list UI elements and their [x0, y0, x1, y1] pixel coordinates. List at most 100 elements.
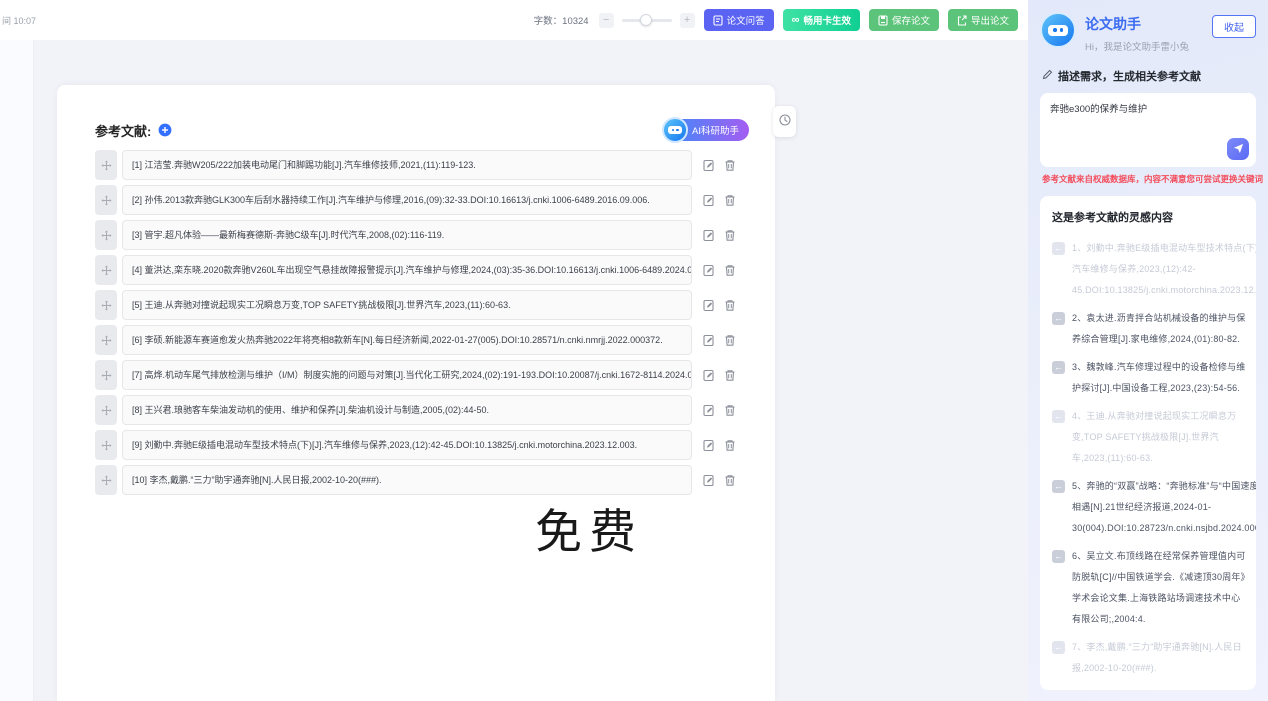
edit-reference-icon[interactable]	[703, 404, 715, 417]
reference-text[interactable]: [9] 刘勤中.奔驰E级插电混动车型技术特点(下)[J].汽车维修与保养,202…	[122, 430, 692, 460]
reference-text[interactable]: [5] 王迪.从奔驰对撞说起现实工况瞬息万变,TOP SAFETY挑战极限[J]…	[122, 290, 692, 320]
drag-handle-icon[interactable]	[95, 325, 117, 355]
edit-reference-icon[interactable]	[703, 194, 715, 207]
insert-reference-icon[interactable]: ←	[1052, 410, 1065, 423]
inspiration-item: ← 5、奔驰的“双赢”战略：“奔驰标准”与“中国速度”的相遇[N].21世纪经济…	[1052, 476, 1246, 539]
drag-handle-icon[interactable]	[95, 360, 117, 390]
prompt-label-row: 描述需求，生成相关参考文献	[1042, 67, 1256, 85]
reference-text[interactable]: [3] 管宇.超凡体验——最新梅赛德斯-奔驰C级车[J].时代汽车,2008,(…	[122, 220, 692, 250]
editor-canvas: 参考文献: AI科研助手 [1] 江洁莹.奔驰W205/222加装电动尾门和脚踢…	[0, 40, 1028, 701]
inspiration-item: ← 4、王迪.从奔驰对撞说起现实工况瞬息万变,TOP SAFETY挑战极限[J]…	[1052, 406, 1246, 469]
assistant-avatar-icon	[1040, 12, 1076, 48]
add-reference-icon[interactable]	[158, 123, 172, 137]
reference-list: [1] 江洁莹.奔驰W205/222加装电动尾门和脚踢功能[J].汽车维修技师,…	[95, 150, 749, 495]
usage-card-button[interactable]: ∞ 畅用卡生效	[783, 9, 860, 31]
word-count: 字数：10324	[534, 13, 589, 27]
zoom-slider[interactable]	[622, 19, 672, 22]
inspiration-item-text: 6、吴立文.布顶线路在经常保养管理值内可防脱轨[C]//中国铁道学会.《减速顶3…	[1072, 546, 1246, 630]
drag-handle-icon[interactable]	[95, 255, 117, 285]
reference-text[interactable]: [6] 李硕.新能源车赛道愈发火热奔驰2022年将亮相8款新车[N].每日经济新…	[122, 325, 692, 355]
insert-reference-icon[interactable]: ←	[1052, 242, 1065, 255]
send-button[interactable]	[1227, 138, 1249, 160]
paper-qa-button[interactable]: 论文问答	[704, 9, 774, 31]
insert-reference-icon[interactable]: ←	[1052, 480, 1065, 493]
insert-reference-icon[interactable]: ←	[1052, 641, 1065, 654]
reference-text[interactable]: [10] 李杰,戴鹏.“三力”助宇通奔驰[N].人民日报,2002-10-20(…	[122, 465, 692, 495]
edit-reference-icon[interactable]	[703, 474, 715, 487]
app-window: 间 10:07 字数：10324 − + 论文问答 ∞ 畅用卡生效 保存论文	[0, 0, 1268, 701]
zoom-out-button[interactable]: −	[599, 13, 614, 28]
inspiration-item: ← 8、性价比之王红旗E-QM5快车的价格，豪车的品质[J].汽车观察,2023…	[1052, 686, 1246, 690]
inspiration-item-text: 3、魏敦峰.汽车修理过程中的设备检修与维护探讨[J].中国设备工程,2023,(…	[1072, 357, 1246, 399]
inspiration-item: ← 6、吴立文.布顶线路在经常保养管理值内可防脱轨[C]//中国铁道学会.《减速…	[1052, 546, 1246, 630]
delete-reference-icon[interactable]	[724, 229, 736, 242]
edit-reference-icon[interactable]	[703, 439, 715, 452]
inspiration-panel: 这是参考文献的灵感内容 ← 1、刘勤中.奔驰E级插电混动车型技术特点(下)[J]…	[1040, 196, 1256, 690]
reference-row: [4] 董洪达,栾东晓.2020款奔驰V260L车出现空气悬挂故障报警提示[J]…	[95, 255, 749, 285]
zoom-slider-knob[interactable]	[640, 14, 652, 26]
edit-reference-icon[interactable]	[703, 264, 715, 277]
reference-text[interactable]: [2] 孙伟.2013款奔驰GLK300车后刮水器持续工作[J].汽车维护与修理…	[122, 185, 692, 215]
reference-row: [6] 李硕.新能源车赛道愈发火热奔驰2022年将亮相8款新车[N].每日经济新…	[95, 325, 749, 355]
assistant-title: 论文助手	[1085, 14, 1189, 34]
insert-reference-icon[interactable]: ←	[1052, 312, 1065, 325]
delete-reference-icon[interactable]	[724, 334, 736, 347]
pencil-icon	[1042, 67, 1053, 85]
reference-text[interactable]: [4] 董洪达,栾东晓.2020款奔驰V260L车出现空气悬挂故障报警提示[J]…	[122, 255, 692, 285]
delete-reference-icon[interactable]	[724, 194, 736, 207]
inspiration-item-text: 8、性价比之王红旗E-QM5快车的价格，豪车的品质[J].汽车观察,2023,(…	[1072, 686, 1246, 690]
inspiration-item: ← 3、魏敦峰.汽车修理过程中的设备检修与维护探讨[J].中国设备工程,2023…	[1052, 357, 1246, 399]
ai-research-assistant-button[interactable]: AI科研助手	[664, 119, 749, 141]
drag-handle-icon[interactable]	[95, 395, 117, 425]
request-input[interactable]: 奔驰e300的保养与维护	[1040, 93, 1256, 167]
insert-reference-icon[interactable]: ←	[1052, 550, 1065, 563]
edit-reference-icon[interactable]	[703, 334, 715, 347]
inspiration-item: ← 1、刘勤中.奔驰E级插电混动车型技术特点(下)[J].汽车维修与保养,202…	[1052, 238, 1246, 301]
top-toolbar: 间 10:07 字数：10324 − + 论文问答 ∞ 畅用卡生效 保存论文	[0, 0, 1028, 40]
references-header: 参考文献: AI科研助手	[95, 118, 749, 142]
edit-reference-icon[interactable]	[703, 229, 715, 242]
edit-reference-icon[interactable]	[703, 369, 715, 382]
history-button[interactable]	[773, 106, 796, 137]
save-time: 间 10:07	[2, 14, 36, 27]
left-panel-strip	[0, 40, 34, 701]
assistant-header: 论文助手 Hi，我是论文助手雷小兔 收起	[1040, 12, 1256, 53]
drag-handle-icon[interactable]	[95, 150, 117, 180]
zoom-in-button[interactable]: +	[680, 13, 695, 28]
export-paper-button[interactable]: 导出论文	[948, 9, 1018, 31]
delete-reference-icon[interactable]	[724, 299, 736, 312]
edit-reference-icon[interactable]	[703, 159, 715, 172]
inspiration-item-text: 2、袁太进.沥青拌合站机械设备的维护与保养综合管理[J].家电维修,2024,(…	[1072, 308, 1246, 350]
reference-row: [7] 高烨.机动车尾气排放检测与维护（I/M）制度实施的问题与对策[J].当代…	[95, 360, 749, 390]
delete-reference-icon[interactable]	[724, 474, 736, 487]
request-input-value: 奔驰e300的保养与维护	[1050, 101, 1246, 115]
drag-handle-icon[interactable]	[95, 430, 117, 460]
delete-reference-icon[interactable]	[724, 439, 736, 452]
editor-main: 间 10:07 字数：10324 − + 论文问答 ∞ 畅用卡生效 保存论文	[0, 0, 1028, 701]
reference-text[interactable]: [7] 高烨.机动车尾气排放检测与维护（I/M）制度实施的问题与对策[J].当代…	[122, 360, 692, 390]
inspiration-item-text: 7、李杰,戴鹏.“三力”助宇通奔驰[N].人民日报,2002-10-20(###…	[1072, 637, 1246, 679]
delete-reference-icon[interactable]	[724, 264, 736, 277]
edit-reference-icon[interactable]	[703, 299, 715, 312]
inspiration-item-text: 1、刘勤中.奔驰E级插电混动车型技术特点(下)[J].汽车维修与保养,2023,…	[1072, 238, 1256, 301]
inspiration-item: ← 7、李杰,戴鹏.“三力”助宇通奔驰[N].人民日报,2002-10-20(#…	[1052, 637, 1246, 679]
collapse-button[interactable]: 收起	[1212, 15, 1256, 38]
inspiration-item-text: 4、王迪.从奔驰对撞说起现实工况瞬息万变,TOP SAFETY挑战极限[J].世…	[1072, 406, 1246, 469]
reference-row: [1] 江洁莹.奔驰W205/222加装电动尾门和脚踢功能[J].汽车维修技师,…	[95, 150, 749, 180]
delete-reference-icon[interactable]	[724, 404, 736, 417]
document-page[interactable]: 参考文献: AI科研助手 [1] 江洁莹.奔驰W205/222加装电动尾门和脚踢…	[57, 85, 775, 701]
reference-text[interactable]: [8] 王兴君.琅驰客车柴油发动机的使用、维护和保养[J].柴油机设计与制造,2…	[122, 395, 692, 425]
inspiration-list: ← 1、刘勤中.奔驰E级插电混动车型技术特点(下)[J].汽车维修与保养,202…	[1052, 238, 1246, 690]
drag-handle-icon[interactable]	[95, 185, 117, 215]
drag-handle-icon[interactable]	[95, 290, 117, 320]
delete-reference-icon[interactable]	[724, 159, 736, 172]
inspiration-title: 这是参考文献的灵感内容	[1052, 209, 1246, 225]
drag-handle-icon[interactable]	[95, 465, 117, 495]
reference-text[interactable]: [1] 江洁莹.奔驰W205/222加装电动尾门和脚踢功能[J].汽车维修技师,…	[122, 150, 692, 180]
reference-row: [2] 孙伟.2013款奔驰GLK300车后刮水器持续工作[J].汽车维护与修理…	[95, 185, 749, 215]
delete-reference-icon[interactable]	[724, 369, 736, 382]
drag-handle-icon[interactable]	[95, 220, 117, 250]
reference-row: [10] 李杰,戴鹏.“三力”助宇通奔驰[N].人民日报,2002-10-20(…	[95, 465, 749, 495]
save-paper-button[interactable]: 保存论文	[869, 9, 939, 31]
insert-reference-icon[interactable]: ←	[1052, 361, 1065, 374]
